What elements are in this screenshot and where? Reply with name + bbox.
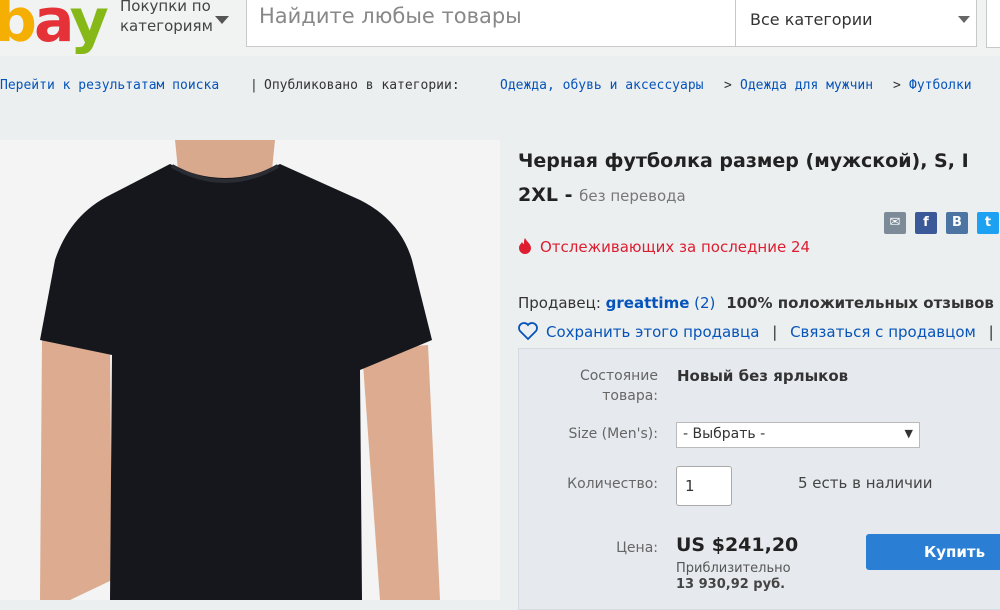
dropdown-arrow-icon: ▼ (904, 427, 913, 440)
seller-score-link[interactable]: (2) (694, 294, 715, 312)
search-placeholder: Найдите любые товары (259, 4, 522, 28)
watchers-text: Отслеживающих за последние 24 (540, 238, 811, 256)
size-label: Size (Men's): (568, 426, 658, 442)
vk-icon[interactable]: B (946, 212, 968, 234)
breadcrumb-arrow: > (893, 78, 901, 93)
size-select[interactable]: - Выбрать - ▼ (676, 422, 920, 448)
breadcrumb-item-tshirts[interactable]: Футболки (909, 78, 972, 93)
seller-actions: Сохранить этого продавца | Связаться с п… (518, 322, 994, 341)
ebay-logo[interactable]: bay (0, 0, 109, 56)
breadcrumb-item-men[interactable]: Одежда для мужчин (740, 78, 873, 93)
category-select-label: Все категории (750, 10, 873, 29)
approx-price: Приблизительно 13 930,92 руб. (676, 561, 791, 592)
chevron-down-icon[interactable] (215, 16, 229, 24)
save-seller-link[interactable]: Сохранить этого продавца (546, 323, 759, 341)
heart-icon[interactable] (518, 322, 538, 341)
seller-name-link[interactable]: greattime (606, 294, 690, 312)
condition-label: Состояние товара: (579, 368, 658, 404)
item-title-line1: Черная футболка размер (мужской), S, I (518, 150, 969, 172)
item-price: US $241,20 (676, 534, 799, 556)
fire-icon (519, 238, 531, 254)
shop-by-category-line1: Покупки по (120, 0, 211, 15)
seller-feedback: 100% положительных отзывов (726, 294, 994, 312)
contact-seller-link[interactable]: Связаться с продавцом (790, 323, 976, 341)
quantity-label: Количество: (567, 476, 658, 492)
category-select[interactable]: Все категории (735, 0, 977, 47)
quantity-input[interactable]: 1 (676, 466, 732, 506)
watchers-notice: Отслеживающих за последние 24 (518, 238, 810, 256)
buy-now-label: Купить (924, 543, 986, 561)
back-to-results-link[interactable]: Перейти к результатам поиска (0, 78, 219, 93)
search-input[interactable]: Найдите любые товары (246, 0, 736, 47)
search-button[interactable] (986, 0, 1000, 48)
stock-available: 5 есть в наличии (798, 474, 933, 492)
breadcrumb-arrow: > (724, 78, 732, 93)
quantity-value: 1 (685, 477, 695, 495)
price-label: Цена: (616, 540, 658, 556)
item-title: Черная футболка размер (мужской), S, I 2… (518, 144, 1000, 213)
seller-label: Продавец: (518, 294, 601, 312)
seller-info: Продавец: greattime (2) 100% положительн… (518, 294, 994, 312)
size-select-value: - Выбрать - (683, 426, 766, 442)
product-image[interactable] (0, 140, 500, 600)
shop-by-category-line2: категориям (120, 17, 213, 35)
no-translation-note: без перевода (579, 187, 686, 205)
tshirt-photo (0, 140, 500, 600)
breadcrumb-item-clothing[interactable]: Одежда, обувь и аксессуары (500, 78, 704, 93)
facebook-icon[interactable]: f (915, 212, 937, 234)
breadcrumb-separator: | (250, 78, 258, 93)
seller-actions-separator: | (988, 323, 994, 341)
header: bay Покупки по категориям Найдите любые … (0, 0, 1000, 56)
item-title-line2: 2XL - (518, 184, 580, 206)
chevron-down-icon (958, 16, 970, 23)
shop-by-category-button[interactable]: Покупки по категориям (120, 0, 213, 36)
published-in-label: Опубликовано в категории: (264, 78, 460, 93)
condition-value: Новый без ярлыков (677, 367, 849, 385)
email-icon[interactable]: ✉ (884, 212, 906, 234)
buy-now-button[interactable]: Купить (866, 534, 1000, 570)
twitter-icon[interactable]: t (977, 212, 999, 234)
seller-actions-separator: | (772, 323, 778, 341)
